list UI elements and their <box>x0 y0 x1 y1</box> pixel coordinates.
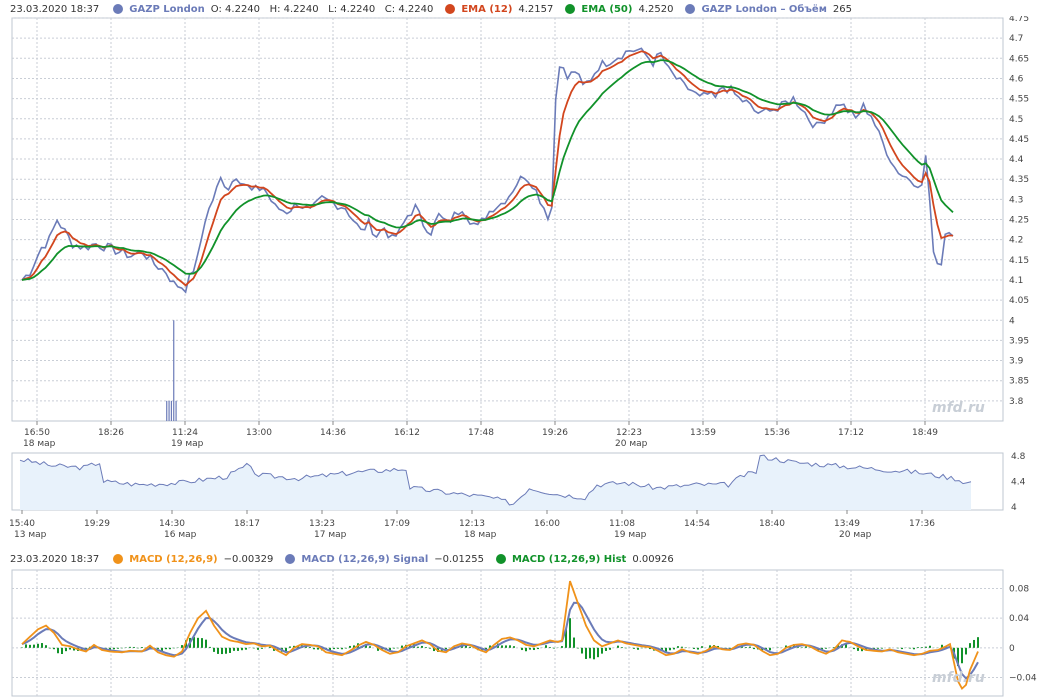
nav-x-tick-label: 13:23 <box>309 519 335 529</box>
nav-x-tick-label: 13:49 <box>834 519 860 529</box>
price-chart[interactable]: 4.75 4.7 4.65 4.6 4.55 4.5 4.45 4.4 4.35 4.3 4.25 4… <box>0 16 1062 466</box>
volume-bar <box>170 400 173 421</box>
legend-label-volume: GAZP London – Объём <box>701 3 827 15</box>
nav-x-tick-label: 17:09 <box>384 519 410 529</box>
nav-x-tick-label: 17:36 <box>909 519 935 529</box>
x-tick-label: 17:12 <box>838 428 864 438</box>
y-tick-label: 3.95 <box>1009 336 1029 346</box>
watermark-main: mfd.ru <box>932 400 985 416</box>
legend-value-hist: 0.00926 <box>632 553 674 565</box>
legend-value-macd: −0.00329 <box>223 553 274 565</box>
nav-x-tick-date: 13 мар <box>14 530 47 540</box>
legend-label-price: GAZP London <box>129 3 205 15</box>
legend-label-signal: MACD (12,26,9) Signal <box>301 553 429 565</box>
y-tick-label: 3.85 <box>1009 377 1029 387</box>
nav-x-tick-label: 14:30 <box>159 519 185 529</box>
y-tick-label: 4.15 <box>1009 256 1029 266</box>
nav-x-tick-label: 11:08 <box>609 519 635 529</box>
legend-value-ema12: 4.2157 <box>518 3 554 15</box>
nav-x-tick-label: 15:40 <box>9 519 35 529</box>
x-tick-date: 20 мар <box>615 439 648 449</box>
volume-bar <box>173 320 175 421</box>
legend-value-signal: −0.01255 <box>434 553 484 565</box>
macd-legend: 23.03.2020 18:37 MACD (12,26,9) −0.00329… <box>10 551 674 567</box>
legend-value-price: O: 4.2240 H: 4.2240 L: 4.2240 C: 4.2240 <box>210 3 434 15</box>
nav-x-tick-date: 18 мар <box>464 530 497 540</box>
x-tick-date: 19 мар <box>171 439 204 449</box>
nav-x-tick-label: 19:29 <box>84 519 110 529</box>
nav-x-tick-date: 16 мар <box>164 530 197 540</box>
x-tick-label: 12:23 <box>616 428 642 438</box>
volume-bar <box>166 400 168 421</box>
macd-y-tick-label: 0.04 <box>1009 614 1029 624</box>
volume-bar <box>175 400 177 421</box>
y-tick-label: 4.1 <box>1009 276 1023 286</box>
x-tick-label: 16:50 <box>24 428 50 438</box>
legend-value-ema50: 4.2520 <box>638 3 674 15</box>
legend-label-macd: MACD (12,26,9) <box>129 553 218 565</box>
y-tick-label: 4.3 <box>1009 195 1023 205</box>
nav-y-tick-label: 4 <box>1011 503 1017 513</box>
y-tick-label: 4.65 <box>1009 54 1029 64</box>
x-tick-label: 13:00 <box>246 428 272 438</box>
x-tick-label: 17:48 <box>468 428 494 438</box>
y-tick-label: 3.8 <box>1009 397 1024 407</box>
macd-y-tick-label: 0.08 <box>1009 585 1029 595</box>
nav-x-tick-label: 14:54 <box>684 519 710 529</box>
macd-y-tick-label: −0.04 <box>1009 673 1037 683</box>
navigator-chart[interactable]: 4.8 4.4 4 15:4013 мар 19:29 14:3016 мар 18:17 1… <box>0 450 1062 550</box>
legend-dot-price <box>113 4 124 14</box>
legend-value-volume: 265 <box>832 3 852 15</box>
nav-y-tick-label: 4.4 <box>1011 478 1026 488</box>
y-tick-label: 4.55 <box>1009 95 1029 105</box>
x-tick-label: 11:24 <box>172 428 198 438</box>
macd-y-tick-label: 0 <box>1009 644 1015 654</box>
legend-dot-ema12 <box>445 4 456 14</box>
y-tick-label: 4.25 <box>1009 216 1029 226</box>
x-tick-label: 18:49 <box>912 428 938 438</box>
macd-legend-timestamp: 23.03.2020 18:37 <box>10 553 100 565</box>
nav-y-tick-label: 4.8 <box>1011 452 1026 462</box>
x-tick-label: 16:12 <box>394 428 420 438</box>
watermark-macd: mfd.ru <box>932 670 985 686</box>
y-tick-label: 4.5 <box>1009 115 1023 125</box>
nav-x-tick-label: 16:00 <box>534 519 560 529</box>
y-tick-label: 4.4 <box>1009 155 1024 165</box>
legend-dot-signal <box>285 554 296 564</box>
x-tick-label: 14:36 <box>320 428 346 438</box>
legend-dot-hist <box>495 554 506 564</box>
y-tick-label: 4.7 <box>1009 34 1023 44</box>
y-tick-label: 3.9 <box>1009 357 1024 367</box>
y-tick-label: 4.35 <box>1009 175 1029 185</box>
legend-label-ema50: EMA (50) <box>581 3 633 15</box>
y-tick-label: 4.05 <box>1009 296 1029 306</box>
y-tick-label: 4.45 <box>1009 135 1029 145</box>
y-tick-label: 4.6 <box>1009 74 1024 84</box>
legend-dot-volume <box>685 4 696 14</box>
nav-x-tick-date: 20 мар <box>839 530 872 540</box>
legend-label-hist: MACD (12,26,9) Hist <box>511 553 627 565</box>
legend-label-ema12: EMA (12) <box>461 3 513 15</box>
nav-x-tick-label: 18:40 <box>759 519 785 529</box>
x-tick-label: 15:36 <box>764 428 790 438</box>
x-tick-label: 18:26 <box>98 428 124 438</box>
nav-x-tick-label: 12:13 <box>459 519 485 529</box>
y-tick-label: 4 <box>1009 316 1015 326</box>
x-tick-label: 19:26 <box>542 428 568 438</box>
x-tick-date: 18 мар <box>23 439 56 449</box>
macd-chart[interactable]: 0.08 0.04 0 −0.04 <box>0 568 1062 698</box>
volume-bar <box>168 400 170 421</box>
price-legend: 23.03.2020 18:37 GAZP London O: 4.2240 H… <box>10 1 852 17</box>
nav-x-tick-date: 19 мар <box>614 530 647 540</box>
nav-x-tick-date: 17 мар <box>314 530 347 540</box>
legend-dot-macd <box>113 554 124 564</box>
y-tick-label: 4.2 <box>1009 236 1023 246</box>
x-tick-label: 13:59 <box>690 428 716 438</box>
nav-x-tick-label: 18:17 <box>234 519 260 529</box>
legend-dot-ema50 <box>565 4 576 14</box>
legend-timestamp: 23.03.2020 18:37 <box>10 3 100 15</box>
y-tick-label: 4.75 <box>1009 16 1029 24</box>
